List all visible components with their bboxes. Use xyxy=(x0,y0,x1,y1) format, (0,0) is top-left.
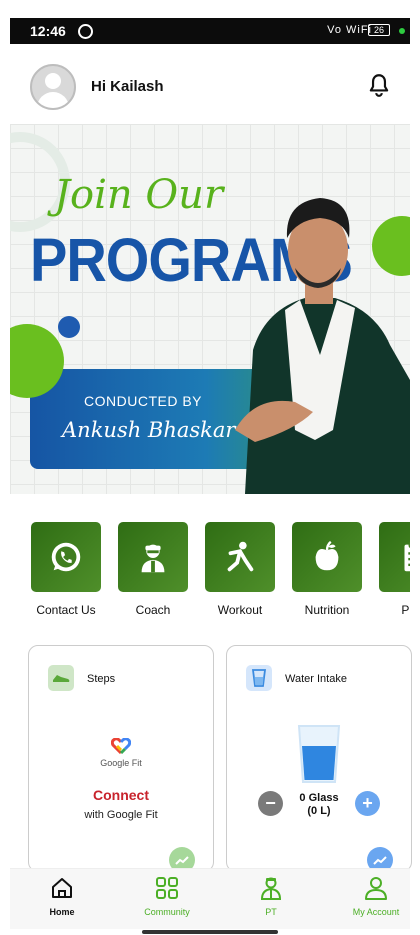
avatar-body-shape xyxy=(37,92,69,108)
greeting-text: Hi Kailash xyxy=(91,78,164,95)
water-glass-icon xyxy=(246,665,272,691)
apple-icon xyxy=(292,522,362,592)
water-title: Water Intake xyxy=(285,673,347,685)
increase-water-button[interactable]: + xyxy=(355,791,380,816)
steps-card[interactable]: Steps Google Fit Connect with Google Fit xyxy=(28,645,214,872)
nav-community[interactable]: Community xyxy=(127,875,207,917)
pt-icon xyxy=(260,877,282,900)
tile-label: Prog xyxy=(401,603,410,617)
nav-pt[interactable]: PT xyxy=(231,875,311,917)
nav-home[interactable]: Home xyxy=(22,875,102,917)
tile-coach[interactable]: Coach xyxy=(109,522,197,617)
avatar-head-shape xyxy=(45,73,61,89)
status-time: 12:46 xyxy=(30,23,66,39)
banner-blue-dot xyxy=(58,316,80,338)
bottom-navigation: Home Community PT My Account xyxy=(10,868,410,929)
nav-label: My Account xyxy=(352,907,400,917)
workout-icon xyxy=(205,522,275,592)
account-icon xyxy=(365,877,387,900)
programs-banner[interactable]: Join Our PROGRAMS CONDUCTED BY Ankush Bh… xyxy=(10,124,410,494)
whatsapp-notification-icon xyxy=(78,24,93,39)
water-litres: (0 L) xyxy=(307,805,331,817)
whatsapp-icon xyxy=(31,522,101,592)
privacy-indicator-dot xyxy=(399,28,405,34)
water-glasses: 0 Glass xyxy=(299,792,339,804)
app-header: Hi Kailash xyxy=(10,44,410,124)
google-fit-label: Google Fit xyxy=(100,758,142,768)
steps-title: Steps xyxy=(87,673,116,685)
coach-photo xyxy=(235,198,410,494)
banner-join-text: Join Our xyxy=(54,172,224,218)
connect-google-fit-button[interactable]: Connect xyxy=(29,787,213,803)
google-fit-icon xyxy=(111,738,131,754)
avatar[interactable] xyxy=(30,64,76,110)
status-bar: 12:46 Vo WiFi 26 xyxy=(10,18,410,44)
water-glass-illustration xyxy=(297,725,341,783)
nav-label: Community xyxy=(144,907,190,917)
coach-icon xyxy=(118,522,188,592)
banner-conducted-by: CONDUCTED BY xyxy=(84,393,203,409)
home-icon xyxy=(52,878,72,898)
tile-label: Workout xyxy=(217,603,263,617)
banner-signature: Ankush Bhaskar xyxy=(62,418,236,442)
tile-label: Contact Us xyxy=(36,603,96,617)
nav-label: PT xyxy=(265,907,277,917)
home-indicator-bar xyxy=(142,930,278,934)
signal-icon: Vo WiFi xyxy=(327,24,372,36)
tile-contact-us[interactable]: Contact Us xyxy=(22,522,110,617)
decrease-water-button[interactable]: − xyxy=(258,791,283,816)
tile-label: Coach xyxy=(135,603,171,617)
tile-workout[interactable]: Workout xyxy=(196,522,284,617)
tile-programs[interactable]: Prog xyxy=(370,522,410,617)
connect-subtitle: with Google Fit xyxy=(84,809,158,821)
water-count: 0 Glass (0 L) xyxy=(289,792,349,818)
tile-nutrition[interactable]: Nutrition xyxy=(283,522,371,617)
clipboard-icon xyxy=(379,522,410,592)
bell-icon[interactable] xyxy=(366,72,392,98)
community-icon xyxy=(156,877,178,899)
tile-label: Nutrition xyxy=(304,603,350,617)
nav-label: Home xyxy=(49,907,75,917)
quick-actions-row: Contact Us Coach Workout Nutrition Prog xyxy=(10,522,410,622)
shoe-icon xyxy=(48,665,74,691)
nav-my-account[interactable]: My Account xyxy=(336,875,416,917)
battery-icon: 26 xyxy=(368,24,390,36)
water-intake-card[interactable]: Water Intake − 0 Glass (0 L) + xyxy=(226,645,412,872)
